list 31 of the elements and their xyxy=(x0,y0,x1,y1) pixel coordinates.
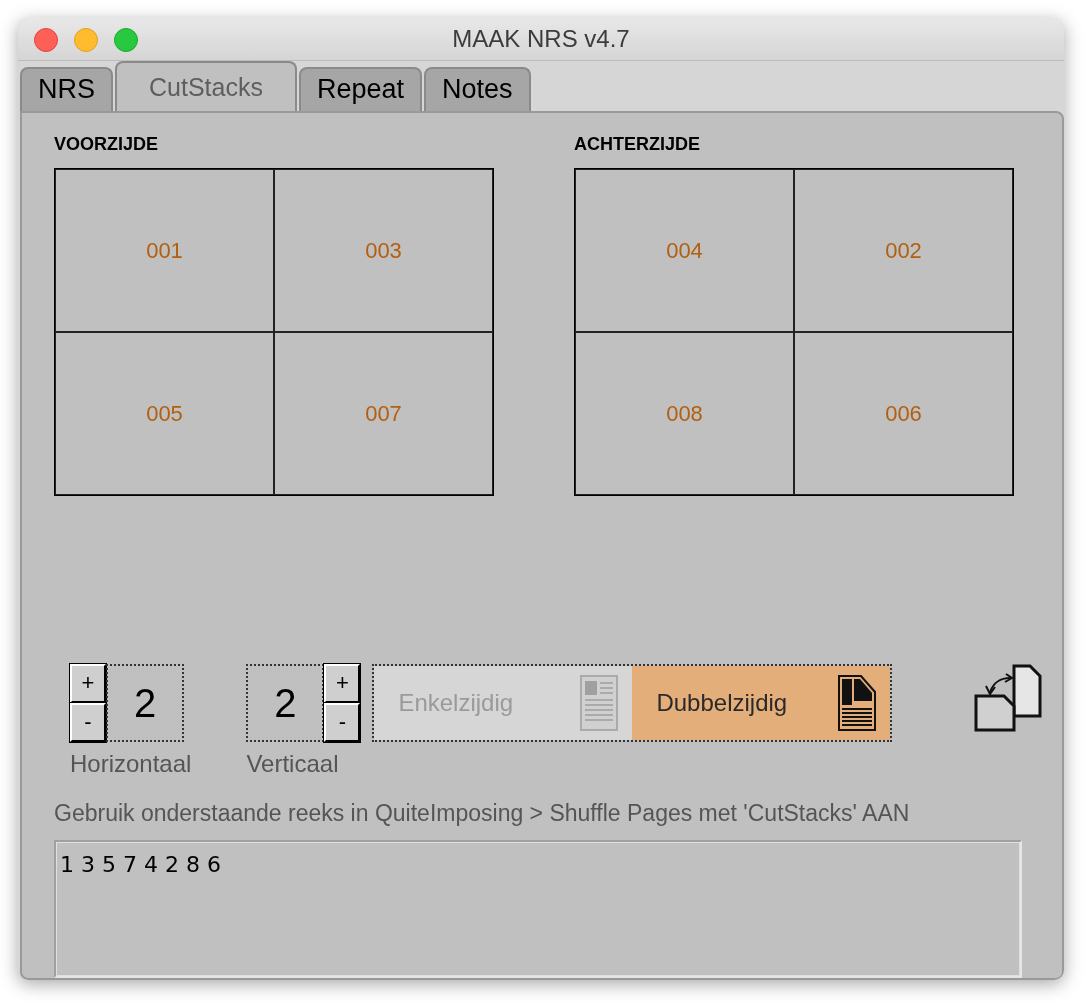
tab[interactable]: Notes xyxy=(424,66,531,111)
window-title: MAAK NRS v4.7 xyxy=(452,23,630,54)
increment-button[interactable]: + xyxy=(324,663,361,703)
decrement-button[interactable]: - xyxy=(324,702,361,742)
horizontal-value: 2 xyxy=(106,663,184,742)
vertical-label: Verticaal xyxy=(246,748,339,779)
zoom-button[interactable] xyxy=(114,28,138,52)
tab[interactable]: Repeat xyxy=(298,66,423,111)
page-number-cell: 003 xyxy=(274,168,493,332)
sequence-field[interactable]: 1 3 5 7 4 2 8 6 xyxy=(54,840,1022,978)
swap-pages-icon[interactable] xyxy=(974,663,1043,732)
instruction-text: Gebruik onderstaande reeks in QuiteImposing > Shuffle Pages met 'CutStacks' AAN xyxy=(54,798,911,828)
increment-button[interactable]: + xyxy=(70,663,106,703)
page-number-cell: 005 xyxy=(55,331,274,495)
horizontal-label: Horizontaal xyxy=(70,748,192,779)
decrement-button[interactable]: - xyxy=(70,702,106,742)
page-number-cell: 002 xyxy=(794,168,1013,332)
document-icon xyxy=(580,674,619,731)
page-number-cell: 006 xyxy=(794,331,1013,495)
document-icon xyxy=(838,674,877,731)
sheet-label: ACHTERZIJDE xyxy=(574,132,700,156)
page-number-cell: 004 xyxy=(575,168,794,332)
sheet-label: VOORZIJDE xyxy=(54,132,159,156)
page-number-cell: 007 xyxy=(274,331,493,495)
close-button[interactable] xyxy=(34,28,58,52)
minimize-button[interactable] xyxy=(74,28,98,52)
page-number-cell: 008 xyxy=(575,331,794,495)
tab[interactable]: CutStacks xyxy=(115,60,297,111)
page-number-cell: 001 xyxy=(55,168,274,332)
tab[interactable]: NRS xyxy=(20,66,113,111)
side-option[interactable]: Dubbelzijdig xyxy=(632,665,891,740)
